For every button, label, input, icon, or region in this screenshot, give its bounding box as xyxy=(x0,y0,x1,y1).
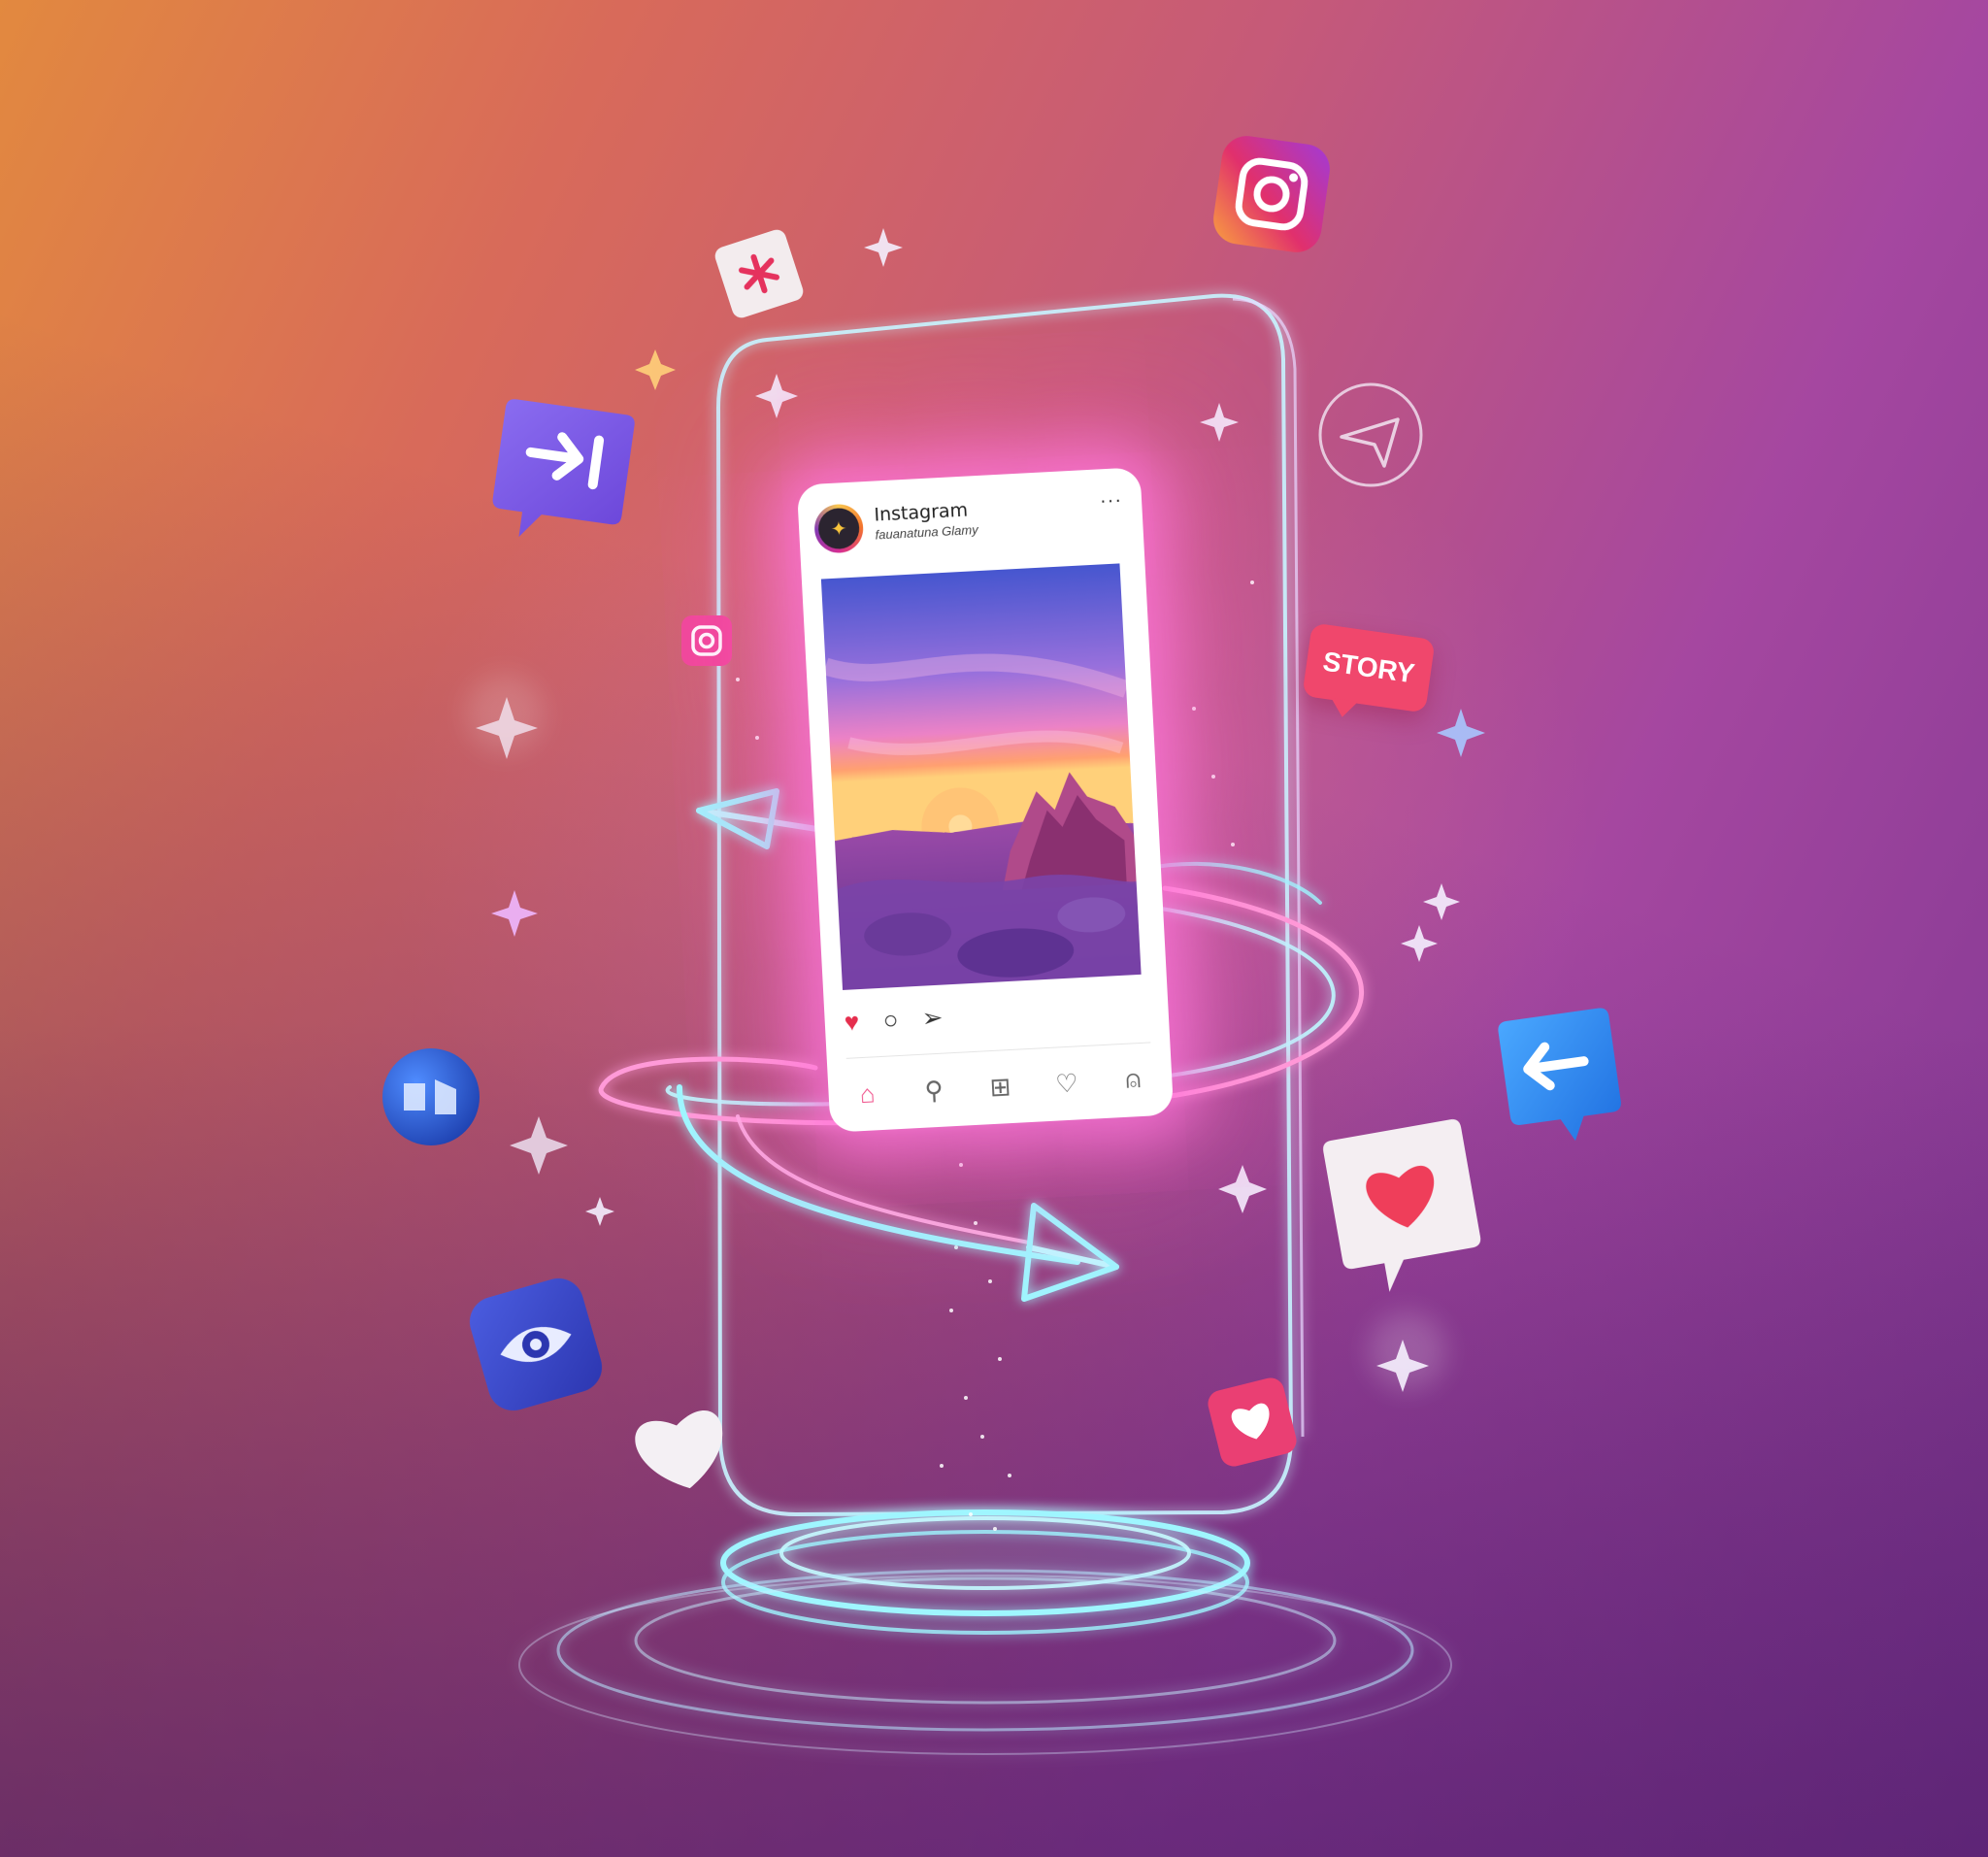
white-heart-icon xyxy=(635,1410,723,1489)
post-actions: ♥ ○ ➢ xyxy=(844,992,1149,1043)
activity-heart-icon[interactable]: ♡ xyxy=(1046,1067,1087,1099)
instagram-logo-icon xyxy=(1213,136,1330,252)
reaction-ball-icon xyxy=(382,1048,480,1145)
divider xyxy=(845,1042,1151,1059)
post-card[interactable]: ✦ Instagram fauanatuna Glamy ··· ♥ ○ ➢ ⌂… xyxy=(796,467,1175,1133)
post-photo[interactable] xyxy=(820,563,1142,990)
search-icon[interactable]: ⚲ xyxy=(913,1075,954,1107)
story-label: STORY xyxy=(1320,646,1417,689)
asterisk-tile-icon xyxy=(714,229,804,318)
landscape-illustration xyxy=(820,563,1142,990)
home-icon[interactable]: ⌂ xyxy=(847,1078,888,1110)
eye-tile-icon xyxy=(469,1277,603,1411)
bottom-nav: ⌂ ⚲ ⊞ ♡ ⍝ xyxy=(847,1059,1154,1113)
send-circle-icon xyxy=(1318,382,1423,487)
skip-forward-bubble-icon xyxy=(492,399,635,538)
back-arrow-bubble-icon xyxy=(1498,1008,1621,1142)
heart-bubble-icon xyxy=(1323,1119,1481,1292)
avatar[interactable]: ✦ xyxy=(812,503,865,554)
more-dots-icon[interactable]: ··· xyxy=(1100,489,1123,513)
heart-icon[interactable]: ♥ xyxy=(844,1007,860,1038)
avatar-star-icon: ✦ xyxy=(817,507,861,550)
add-post-icon[interactable]: ⊞ xyxy=(980,1071,1021,1103)
share-icon[interactable]: ➢ xyxy=(921,1003,944,1034)
instagram-small-icon xyxy=(681,615,732,666)
right-arrow-icon xyxy=(1021,1203,1119,1302)
comment-icon[interactable]: ○ xyxy=(882,1005,899,1036)
account-subtitle: fauanatuna Glamy xyxy=(875,522,979,543)
heart-tile-icon xyxy=(1208,1377,1297,1467)
post-header: ✦ Instagram fauanatuna Glamy ··· xyxy=(812,489,1129,564)
profile-icon[interactable]: ⍝ xyxy=(1112,1063,1153,1096)
account-name[interactable]: Instagram xyxy=(874,500,969,526)
